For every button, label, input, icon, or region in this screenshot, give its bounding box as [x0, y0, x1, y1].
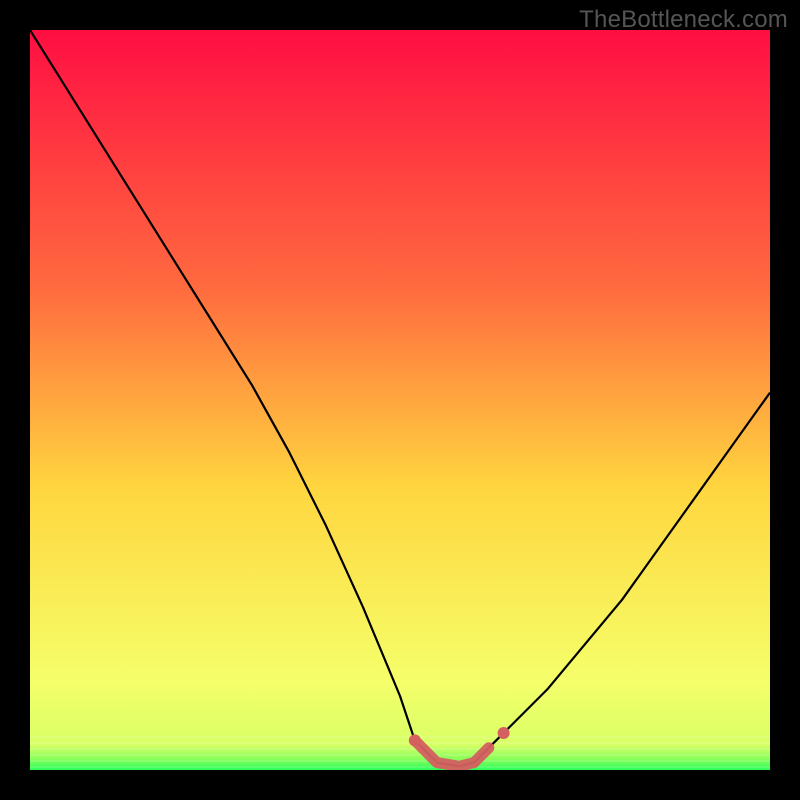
watermark: TheBottleneck.com: [579, 6, 788, 34]
bottleneck-chart: [30, 30, 770, 770]
chart-canvas: [30, 30, 770, 770]
